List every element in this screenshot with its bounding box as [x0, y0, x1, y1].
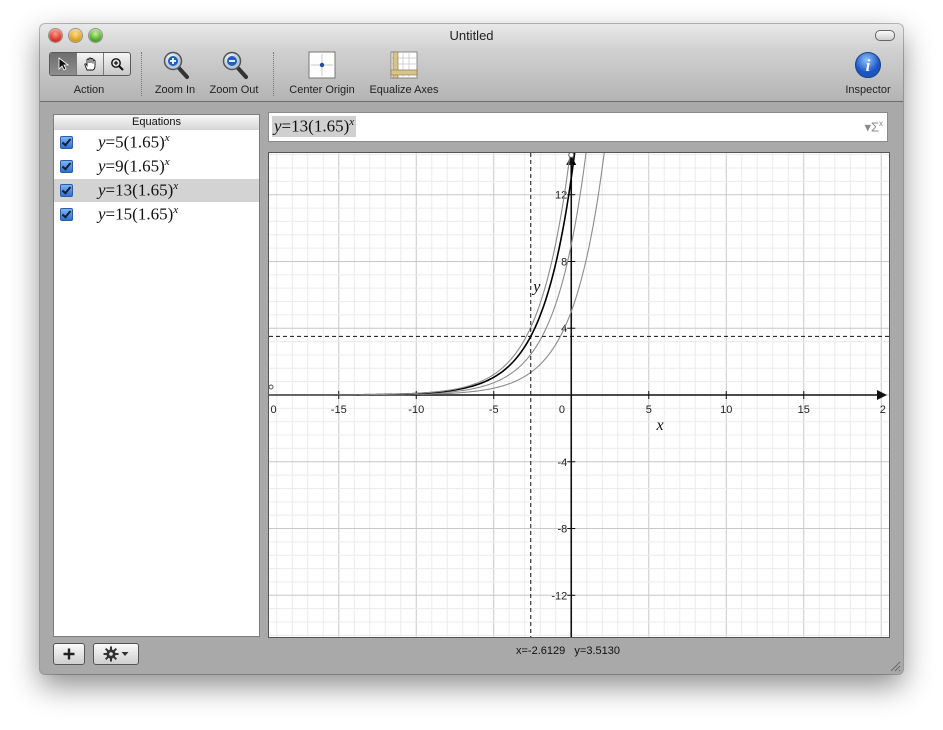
- equalize-axes-label: Equalize Axes: [369, 84, 439, 96]
- x-axis-handle[interactable]: [269, 384, 274, 390]
- info-icon: i: [855, 52, 881, 78]
- center-origin-button[interactable]: Center Origin: [283, 50, 361, 96]
- equation-visible-checkbox[interactable]: [60, 136, 73, 149]
- x-tick-label: -15: [331, 404, 347, 416]
- hand-icon: [84, 57, 96, 71]
- y-tick-label: -8: [557, 524, 567, 536]
- action-label: Action: [73, 84, 105, 96]
- x-axis-label: x: [656, 417, 664, 434]
- zoom-out-label: Zoom Out: [209, 84, 259, 96]
- curve-line[interactable]: [269, 153, 589, 396]
- pointer-tool-button[interactable]: [50, 53, 77, 75]
- action-tool: Action: [49, 79, 129, 96]
- equation-visible-checkbox[interactable]: [60, 208, 73, 221]
- app-window: Untitled Action Zoom In Zoom Out Center …: [40, 24, 903, 674]
- y-axis-handle[interactable]: [568, 153, 575, 158]
- zoom-in-icon: [163, 51, 189, 79]
- x-tick-label: -5: [489, 404, 499, 416]
- y-tick-label: -12: [551, 590, 567, 602]
- y-tick-label: 12: [555, 190, 567, 202]
- equation-row[interactable]: y=5(1.65)x: [54, 131, 259, 154]
- toolbar-separator: [273, 52, 274, 96]
- equation-row[interactable]: y=13(1.65)x: [54, 179, 259, 202]
- x-tick-label: 2: [880, 404, 886, 416]
- x-tick-label: 0: [559, 404, 565, 416]
- x-tick-label: 10: [720, 404, 732, 416]
- svg-text:i: i: [866, 56, 871, 75]
- equalize-axes-icon: [390, 51, 418, 79]
- equation-entry-field[interactable]: y=13(1.65)x ▾Σx: [268, 112, 888, 142]
- zoom-out-icon: [222, 51, 248, 79]
- y-axis-label: y: [531, 279, 541, 296]
- equation-label: y=9(1.65)x: [98, 156, 170, 176]
- y-tick-label: -4: [557, 457, 567, 469]
- cursor-coordinates: x=-2.6129 y=3.5130: [516, 645, 620, 657]
- equation-entry-text: y=13(1.65)x: [272, 116, 357, 137]
- equation-visible-checkbox[interactable]: [60, 184, 73, 197]
- toolbar-toggle-button[interactable]: [875, 30, 895, 41]
- action-menu-button[interactable]: [93, 643, 139, 665]
- sigma-icon[interactable]: ▾Σx: [864, 119, 883, 135]
- equation-label: y=15(1.65)x: [98, 204, 179, 224]
- equations-header[interactable]: Equations: [53, 114, 260, 131]
- inspector-button[interactable]: i Inspector: [838, 50, 898, 96]
- x-tick-label: -10: [408, 404, 424, 416]
- zoom-tool-button[interactable]: [104, 53, 130, 75]
- resize-grip-icon[interactable]: [889, 660, 901, 672]
- equation-row[interactable]: y=9(1.65)x: [54, 155, 259, 178]
- x-tick-label: 15: [798, 404, 810, 416]
- equation-label: y=5(1.65)x: [98, 132, 170, 152]
- equation-row[interactable]: y=15(1.65)x: [54, 203, 259, 226]
- action-segmented-control[interactable]: [49, 52, 131, 76]
- toolbar-separator: [141, 52, 142, 96]
- equalize-axes-button[interactable]: Equalize Axes: [365, 50, 443, 96]
- add-equation-button[interactable]: [53, 643, 85, 665]
- x-axis-arrow-icon: [877, 390, 887, 400]
- equation-visible-checkbox[interactable]: [60, 160, 73, 173]
- equation-label: y=13(1.65)x: [98, 180, 179, 200]
- toolbar: Untitled Action Zoom In Zoom Out Center …: [40, 24, 903, 102]
- hand-tool-button[interactable]: [77, 53, 104, 75]
- gear-icon: [103, 646, 119, 662]
- magnifier-plus-icon: [111, 58, 124, 71]
- graph-canvas[interactable]: 0 -15 -10 -5 0 5 10 15 21284-4-8-12xy: [269, 153, 889, 637]
- arrow-pointer-icon: [58, 57, 69, 71]
- inspector-label: Inspector: [845, 84, 891, 96]
- center-origin-icon: [308, 51, 336, 79]
- plus-icon: [63, 648, 75, 660]
- x-tick-label: 0: [271, 404, 277, 416]
- zoom-out-button[interactable]: Zoom Out: [206, 50, 262, 96]
- equations-list[interactable]: y=5(1.65)x y=9(1.65)x y=13(1.65)x y=15(1.65…: [53, 130, 260, 637]
- window-title: Untitled: [449, 28, 494, 43]
- x-tick-label: 5: [646, 404, 652, 416]
- graph-plot-area[interactable]: 0 -15 -10 -5 0 5 10 15 2 12 8 4 -4 -8 -12 x y: [268, 152, 890, 638]
- zoom-in-button[interactable]: Zoom In: [150, 50, 200, 96]
- chevron-down-icon: [121, 652, 129, 656]
- center-origin-label: Center Origin: [289, 84, 355, 96]
- zoom-in-label: Zoom In: [154, 84, 196, 96]
